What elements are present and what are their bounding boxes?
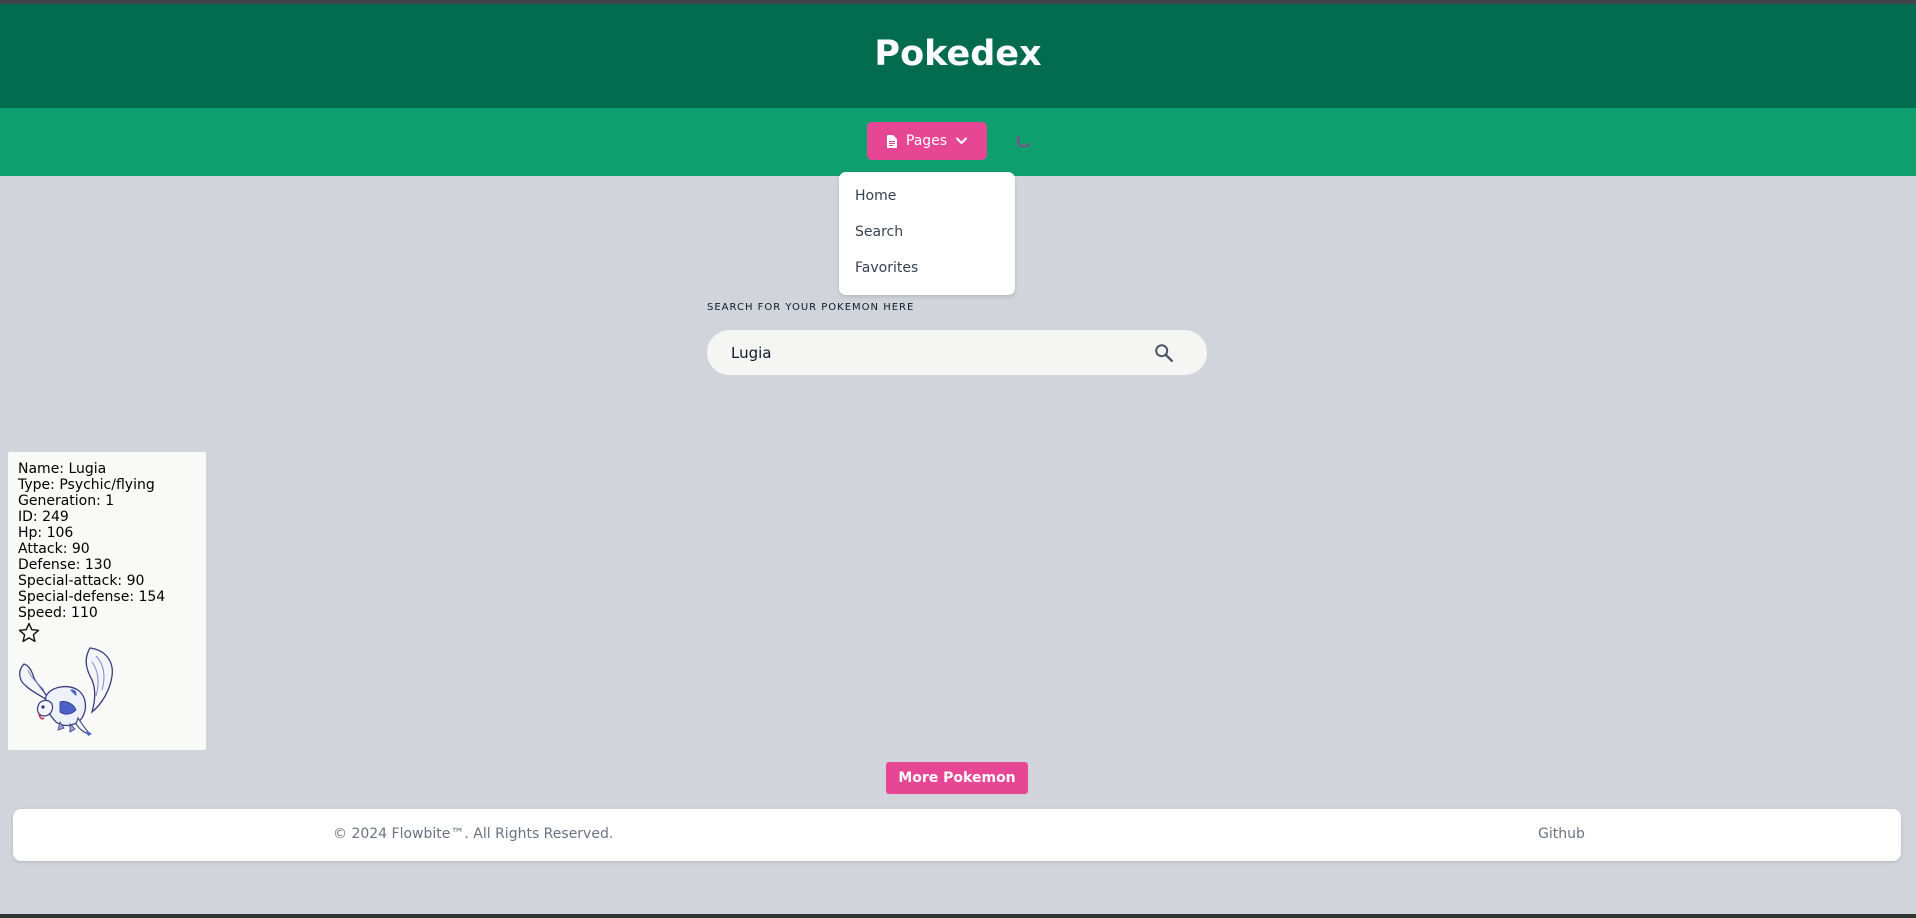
- menu-item-favorites[interactable]: Favorites: [855, 260, 918, 276]
- pokemon-card: Name: Lugia Type: Psychic/flying Generat…: [8, 452, 206, 750]
- pokemon-hp: Hp: 106: [18, 525, 74, 541]
- pokemon-type: Type: Psychic/flying: [18, 477, 155, 493]
- pokemon-special-defense: Special-defense: 154: [18, 589, 166, 605]
- pokemon-attack: Attack: 90: [18, 541, 90, 557]
- search-icon[interactable]: [1153, 342, 1175, 364]
- footer-github-link[interactable]: Github: [1538, 826, 1585, 842]
- search-box: [707, 330, 1207, 375]
- pages-dropdown-button[interactable]: Pages: [867, 122, 987, 160]
- search-input[interactable]: [731, 330, 1131, 375]
- pages-dropdown-menu: Home Search Favorites: [839, 172, 1015, 295]
- chevron-down-icon: [956, 137, 968, 144]
- document-icon: [886, 134, 897, 148]
- more-pokemon-button[interactable]: More Pokemon: [886, 762, 1028, 794]
- pokemon-special-attack: Special-attack: 90: [18, 573, 145, 589]
- pokemon-generation: Generation: 1: [18, 493, 115, 509]
- footer-copyright: © 2024 Flowbite™. All Rights Reserved.: [333, 826, 614, 842]
- page-header: Pokedex: [0, 4, 1916, 108]
- favorite-star-icon[interactable]: [17, 621, 41, 645]
- window-bottom-edge: [0, 914, 1916, 918]
- menu-item-search[interactable]: Search: [855, 224, 903, 240]
- pokemon-id: ID: 249: [18, 509, 69, 525]
- pokemon-name: Name: Lugia: [18, 461, 107, 477]
- pokemon-speed: Speed: 110: [18, 605, 98, 621]
- menu-item-home[interactable]: Home: [855, 188, 896, 204]
- pokemon-defense: Defense: 130: [18, 557, 112, 573]
- navbar: Pages: [0, 108, 1916, 176]
- page-title: Pokedex: [874, 34, 1042, 74]
- footer: © 2024 Flowbite™. All Rights Reserved. G…: [13, 809, 1901, 861]
- search-label: SEARCH FOR YOUR POKEMON HERE: [707, 302, 915, 313]
- lugia-sprite: [19, 647, 113, 736]
- pages-label: Pages: [905, 133, 948, 149]
- loading-spinner-icon: [1017, 136, 1030, 147]
